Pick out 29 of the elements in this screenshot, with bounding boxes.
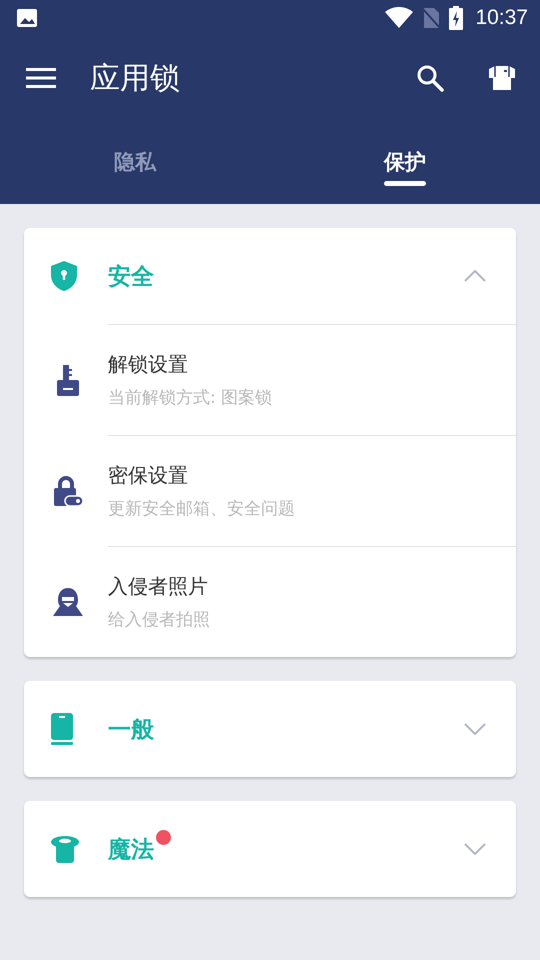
battery-charging-icon <box>449 6 464 30</box>
wifi-icon <box>385 7 414 29</box>
app-title: 应用锁 <box>90 60 181 98</box>
section-title: 安全 <box>108 262 154 292</box>
shield-icon <box>50 260 78 292</box>
phone-icon <box>50 713 74 745</box>
magic-hat-icon <box>50 834 80 864</box>
hooded-figure-icon <box>52 587 84 617</box>
no-sim-icon <box>421 7 442 29</box>
search-icon[interactable] <box>416 64 444 92</box>
row-subtitle: 更新安全邮箱、安全问题 <box>108 498 295 520</box>
settings-row[interactable]: 入侵者照片 给入侵者拍照 <box>108 546 516 657</box>
padlock-icon <box>53 475 83 507</box>
row-title: 入侵者照片 <box>108 573 209 600</box>
settings-row[interactable]: 密保设置 更新安全邮箱、安全问题 <box>108 435 516 546</box>
section-title: 魔法 <box>108 834 154 864</box>
section-title: 一般 <box>108 716 154 744</box>
clock-time: 10:37 <box>475 6 528 30</box>
tab[interactable]: 隐私 <box>0 120 270 204</box>
settings-row[interactable]: 解锁设置 当前解锁方式: 图案锁 <box>108 324 516 435</box>
row-subtitle: 给入侵者拍照 <box>108 609 210 631</box>
image-icon <box>16 8 38 28</box>
tab[interactable]: 保护 <box>270 120 540 204</box>
row-title: 解锁设置 <box>108 351 189 378</box>
key-lock-icon <box>56 363 80 397</box>
shirt-icon[interactable] <box>488 65 516 91</box>
row-title: 密保设置 <box>108 462 189 489</box>
menu-icon[interactable] <box>26 67 56 89</box>
row-subtitle: 当前解锁方式: 图案锁 <box>108 387 272 409</box>
